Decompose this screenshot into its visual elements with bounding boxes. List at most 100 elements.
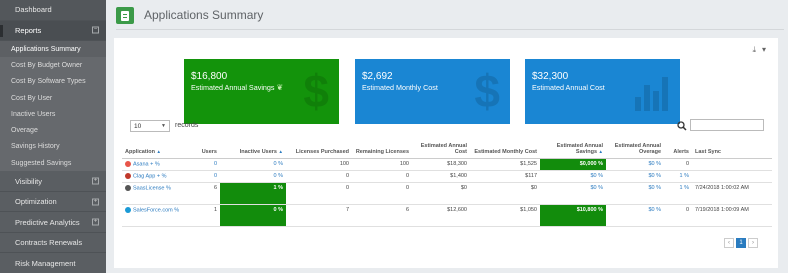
cell: 0 xyxy=(664,204,692,227)
cell[interactable]: 0 xyxy=(188,170,220,183)
tile-value: $2,692 xyxy=(362,71,393,82)
submenu-item-cost-by-budget-owner[interactable]: Cost By Budget Owner xyxy=(0,57,106,73)
sidebar-item-visibility[interactable]: Visibility + xyxy=(0,171,106,192)
cell: 0 xyxy=(286,170,352,183)
salesforce-icon xyxy=(125,206,131,213)
records-label: records xyxy=(175,122,199,129)
cell xyxy=(692,170,772,183)
col-header[interactable]: Inactive Users ▲ xyxy=(220,140,286,159)
sidebar-item-reports[interactable]: Reports − xyxy=(0,20,106,41)
cell[interactable]: $10,800 % xyxy=(540,204,606,227)
cell[interactable]: 0 % xyxy=(220,204,286,227)
page-header: Applications Summary xyxy=(106,0,788,32)
cell[interactable]: 1 % xyxy=(664,170,692,183)
table-row: SaasLicense % 6 1 % 0 0 $0 $0 $0 % $0 % … xyxy=(122,182,772,205)
sidebar-item-risk-management[interactable]: Risk Management xyxy=(0,253,106,273)
col-header[interactable]: Licenses Purchased xyxy=(286,140,352,159)
submenu-item-suggested-savings[interactable]: Suggested Savings xyxy=(0,155,106,171)
submenu-item-cost-by-software-types[interactable]: Cost By Software Types xyxy=(0,74,106,90)
cell[interactable]: $0 % xyxy=(540,170,606,183)
submenu-item-overage[interactable]: Overage xyxy=(0,122,106,138)
cell: 6 xyxy=(352,204,412,227)
cell xyxy=(692,158,772,171)
col-header[interactable]: Estimated Annual Cost xyxy=(412,140,470,159)
cell[interactable]: $0 % xyxy=(606,170,664,183)
cell: 7 xyxy=(286,204,352,227)
submenu-item-savings-history[interactable]: Savings History xyxy=(0,139,106,155)
page-length-select[interactable]: 10 ▼ xyxy=(130,120,170,132)
sidebar-item-dashboard[interactable]: Dashboard xyxy=(0,0,106,21)
cell: 1 xyxy=(188,204,220,227)
cell[interactable]: $0 % xyxy=(606,158,664,171)
col-header[interactable]: Application ▲ xyxy=(122,140,188,159)
cell[interactable]: $0,000 % xyxy=(540,158,606,171)
sidebar-item-contracts-renewals[interactable]: Contracts Renewals xyxy=(0,233,106,254)
app-cell[interactable]: Clag App + % xyxy=(122,170,188,183)
reports-submenu: Applications Summary Cost By Budget Owne… xyxy=(0,41,106,172)
sidebar-item-predictive-analytics[interactable]: Predictive Analytics + xyxy=(0,212,106,233)
chevron-down-icon: ▼ xyxy=(161,123,166,129)
cell: $1,400 xyxy=(412,170,470,183)
table-row: Asana + % 0 0 % 100 100 $18,300 $1,525 $… xyxy=(122,158,772,171)
prev-page-button[interactable]: ‹ xyxy=(724,238,734,248)
chevron-down-icon[interactable]: ▾ xyxy=(762,45,766,55)
cell: 100 xyxy=(352,158,412,171)
app-cell[interactable]: SaasLicense % xyxy=(122,182,188,205)
col-header[interactable]: Estimated Monthly Cost xyxy=(470,140,540,159)
expand-icon[interactable]: + xyxy=(92,198,99,206)
cell[interactable]: $0 % xyxy=(606,182,664,205)
search-input[interactable] xyxy=(690,119,764,131)
col-header[interactable]: Estimated Annual Savings ▲ xyxy=(540,140,606,159)
expand-icon[interactable]: + xyxy=(92,218,99,226)
cell: $0 xyxy=(412,182,470,205)
dollar-icon: $ xyxy=(474,65,500,117)
col-header[interactable]: Alerts xyxy=(664,140,692,159)
app-cell[interactable]: SalesForce.com % xyxy=(122,204,188,227)
cell[interactable]: 0 % xyxy=(220,170,286,183)
sidebar: Dashboard Reports − Applications Summary… xyxy=(0,0,106,273)
tile-value: $16,800 xyxy=(191,71,228,82)
next-page-button[interactable]: › xyxy=(748,238,758,248)
cell: $1,525 xyxy=(470,158,540,171)
app-icon xyxy=(125,172,131,179)
table-row: Clag App + % 0 0 % 0 0 $1,400 $117 $0 % … xyxy=(122,170,772,183)
col-header[interactable]: Users xyxy=(188,140,220,159)
cell[interactable]: 1 % xyxy=(220,182,286,205)
submenu-item-cost-by-user[interactable]: Cost By User xyxy=(0,90,106,106)
sidebar-item-label: Risk Management xyxy=(15,258,76,268)
bar-chart-icon xyxy=(635,73,668,111)
cell[interactable]: $0 % xyxy=(606,204,664,227)
cell[interactable]: 0 xyxy=(188,158,220,171)
submenu-item-applications-summary[interactable]: Applications Summary xyxy=(0,41,106,58)
table-header-row: Application ▲ Users Inactive Users ▲ Lic… xyxy=(122,140,772,159)
col-header[interactable]: Remaining Licenses xyxy=(352,140,412,159)
cell[interactable]: 0 % xyxy=(220,158,286,171)
tile-value: $32,300 xyxy=(532,71,569,82)
page-1-button[interactable]: 1 xyxy=(736,238,746,248)
cell: $0 xyxy=(470,182,540,205)
col-header[interactable]: Last Sync xyxy=(692,140,772,159)
cell: $18,300 xyxy=(412,158,470,171)
cell[interactable]: 1 % xyxy=(664,182,692,205)
download-icon[interactable]: ⤓ xyxy=(752,45,756,55)
submenu-item-inactive-users[interactable]: Inactive Users xyxy=(0,106,106,122)
sidebar-item-label: Optimization xyxy=(15,197,57,207)
tile-monthly-cost: $ $2,692 Estimated Monthly Cost xyxy=(355,59,510,124)
cell: 0 xyxy=(286,182,352,205)
cell: 0 xyxy=(664,158,692,171)
col-header[interactable]: Estimated Annual Overage xyxy=(606,140,664,159)
sidebar-item-optimization[interactable]: Optimization + xyxy=(0,192,106,213)
collapse-icon[interactable]: − xyxy=(92,26,99,34)
sidebar-item-label: Contracts Renewals xyxy=(15,238,83,248)
cell[interactable]: $0 % xyxy=(540,182,606,205)
expand-icon[interactable]: + xyxy=(92,177,99,185)
table-row: SalesForce.com % 1 0 % 7 6 $12,600 $1,05… xyxy=(122,204,772,227)
app-icon xyxy=(125,184,131,191)
applications-table: Application ▲ Users Inactive Users ▲ Lic… xyxy=(122,140,772,227)
sidebar-item-label: Predictive Analytics xyxy=(15,217,80,227)
sidebar-item-label: Reports xyxy=(15,25,42,35)
search-icon xyxy=(677,121,687,131)
app-cell[interactable]: Asana + % xyxy=(122,158,188,171)
sidebar-item-label: Dashboard xyxy=(15,5,52,15)
pagination: ‹ 1 › xyxy=(724,238,758,248)
